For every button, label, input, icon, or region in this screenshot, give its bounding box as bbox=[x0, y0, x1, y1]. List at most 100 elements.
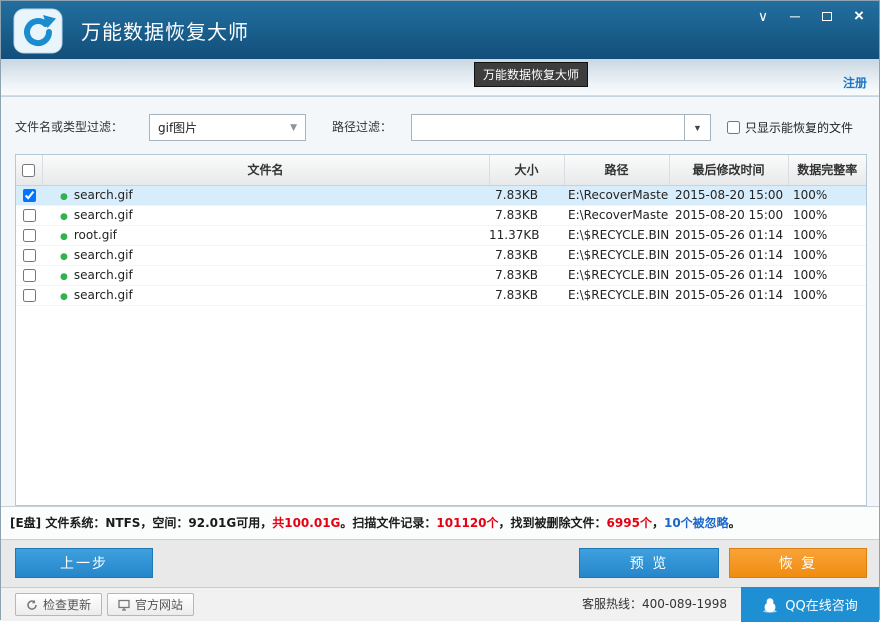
row-checkbox[interactable] bbox=[23, 209, 36, 222]
file-name: search.gif bbox=[74, 248, 133, 262]
app-window: 万能数据恢复大师 ∨ ─ × 注册 万能数据恢复大师 文件名或类型过滤： gif… bbox=[0, 0, 880, 620]
refresh-icon bbox=[26, 599, 38, 611]
status-total-space: 共100.01G bbox=[272, 516, 340, 530]
select-all-checkbox[interactable] bbox=[22, 164, 35, 177]
tooltip: 万能数据恢复大师 bbox=[474, 62, 588, 87]
filter-path-label: 路径过滤： bbox=[332, 114, 392, 141]
monitor-icon bbox=[118, 599, 130, 611]
file-path: E:\RecoverMaste.. bbox=[564, 205, 669, 225]
table-row[interactable]: ●search.gif 7.83KB E:\RecoverMaste.. 201… bbox=[16, 185, 866, 205]
recover-button[interactable]: 恢 复 bbox=[729, 548, 867, 578]
file-name: search.gif bbox=[74, 188, 133, 202]
file-name: search.gif bbox=[74, 208, 133, 222]
file-integrity: 100% bbox=[788, 205, 866, 225]
status-scanned-count: 101120个 bbox=[436, 516, 498, 530]
table-row[interactable]: ●search.gif 7.83KB E:\$RECYCLE.BIN.. 201… bbox=[16, 245, 866, 265]
check-update-label: 检查更新 bbox=[43, 596, 91, 613]
filter-type-label: 文件名或类型过滤： bbox=[15, 114, 123, 141]
page-title: 万能数据恢复大师 bbox=[81, 5, 249, 59]
column-header-modified[interactable]: 最后修改时间 bbox=[669, 155, 788, 185]
file-path: E:\$RECYCLE.BIN.. bbox=[564, 245, 669, 265]
status-segment: [E盘] 文件系统：NTFS，空间：92.01G可用， bbox=[10, 516, 272, 530]
minimize-icon[interactable]: ─ bbox=[783, 6, 807, 26]
column-header-filename[interactable]: 文件名 bbox=[42, 155, 489, 185]
file-modified: 2015-05-26 01:14 bbox=[669, 285, 788, 305]
title-bar: 万能数据恢复大师 ∨ ─ × bbox=[1, 1, 879, 59]
qq-penguin-icon bbox=[762, 597, 778, 613]
file-size: 11.37KB bbox=[489, 225, 564, 245]
file-status-dot-icon: ● bbox=[60, 292, 68, 302]
file-size: 7.83KB bbox=[489, 185, 564, 205]
only-recoverable-filter[interactable]: 只显示能恢复的文件 bbox=[727, 114, 853, 141]
file-name: root.gif bbox=[74, 228, 117, 242]
file-integrity: 100% bbox=[788, 185, 866, 205]
file-size: 7.83KB bbox=[489, 265, 564, 285]
service-hotline: 客服热线：400-089-1998 bbox=[582, 588, 727, 621]
file-table: 文件名 大小 路径 最后修改时间 数据完整率 ●search.gif 7.83K… bbox=[15, 154, 867, 506]
file-name: search.gif bbox=[74, 268, 133, 282]
file-integrity: 100% bbox=[788, 285, 866, 305]
file-size: 7.83KB bbox=[489, 285, 564, 305]
only-recoverable-checkbox[interactable] bbox=[727, 121, 740, 134]
path-dropdown-button[interactable]: ▼ bbox=[684, 115, 710, 140]
previous-step-button[interactable]: 上一步 bbox=[15, 548, 153, 578]
row-checkbox[interactable] bbox=[23, 269, 36, 282]
official-website-label: 官方网站 bbox=[135, 596, 183, 613]
file-modified: 2015-08-20 15:00 bbox=[669, 185, 788, 205]
chevron-down-icon: ▼ bbox=[693, 123, 702, 133]
check-update-button[interactable]: 检查更新 bbox=[15, 593, 102, 616]
action-bar: 上一步 预 览 恢 复 bbox=[1, 540, 879, 587]
file-type-dropdown[interactable]: gif图片 ▼ bbox=[149, 114, 306, 141]
path-filter-combo: ▼ bbox=[411, 114, 711, 141]
row-checkbox[interactable] bbox=[23, 229, 36, 242]
file-modified: 2015-05-26 01:14 bbox=[669, 225, 788, 245]
table-row[interactable]: ● search.gif 7.83KB E:\$RECYCLE.BIN.. 201… bbox=[16, 265, 866, 285]
qq-online-support-label: QQ在线咨询 bbox=[785, 595, 857, 614]
official-website-button[interactable]: 官方网站 bbox=[107, 593, 194, 616]
file-path: E:\$RECYCLE.BIN.. bbox=[564, 265, 669, 285]
file-path: E:\RecoverMaste.. bbox=[564, 185, 669, 205]
main-content: 文件名或类型过滤： gif图片 ▼ 路径过滤： ▼ 只显示能恢复的文件 bbox=[1, 96, 879, 506]
file-status-dot-icon: ● bbox=[60, 272, 68, 282]
chevron-down-icon: ▼ bbox=[290, 123, 297, 133]
status-bar: [E盘] 文件系统：NTFS，空间：92.01G可用，共100.01G。扫描文件… bbox=[1, 506, 879, 540]
only-recoverable-label: 只显示能恢复的文件 bbox=[745, 119, 853, 136]
file-integrity: 100% bbox=[788, 225, 866, 245]
app-logo-icon bbox=[13, 8, 63, 54]
status-segment: 。扫描文件记录： bbox=[340, 516, 436, 530]
column-header-path[interactable]: 路径 bbox=[564, 155, 669, 185]
table-row[interactable]: ●search.gif 7.83KB E:\RecoverMaste.. 201… bbox=[16, 205, 866, 225]
register-link[interactable]: 注册 bbox=[843, 74, 867, 91]
file-modified: 2015-05-26 01:14 bbox=[669, 265, 788, 285]
qq-online-support-button[interactable]: QQ在线咨询 bbox=[741, 587, 879, 622]
file-path: E:\$RECYCLE.BIN.. bbox=[564, 225, 669, 245]
status-segment: ，找到被删除文件： bbox=[499, 516, 607, 530]
path-filter-input[interactable] bbox=[412, 115, 684, 140]
preview-button[interactable]: 预 览 bbox=[579, 548, 719, 578]
status-segment: 。 bbox=[729, 516, 741, 530]
row-checkbox[interactable] bbox=[23, 289, 36, 302]
close-icon[interactable]: × bbox=[847, 6, 871, 26]
table-row[interactable]: ● search.gif 7.83KB E:\$RECYCLE.BIN.. 201… bbox=[16, 285, 866, 305]
file-size: 7.83KB bbox=[489, 245, 564, 265]
table-header-row: 文件名 大小 路径 最后修改时间 数据完整率 bbox=[16, 155, 866, 185]
maximize-icon[interactable] bbox=[815, 6, 839, 26]
file-modified: 2015-05-26 01:14 bbox=[669, 245, 788, 265]
file-name: search.gif bbox=[74, 288, 133, 302]
column-header-size[interactable]: 大小 bbox=[489, 155, 564, 185]
table-row[interactable]: ● root.gif 11.37KB E:\$RECYCLE.BIN.. 2015… bbox=[16, 225, 866, 245]
file-path: E:\$RECYCLE.BIN.. bbox=[564, 285, 669, 305]
maximize-box bbox=[822, 12, 832, 21]
status-segment: ， bbox=[652, 516, 664, 530]
chevron-down-icon[interactable]: ∨ bbox=[751, 6, 775, 26]
file-status-dot-icon: ● bbox=[60, 232, 68, 242]
file-integrity: 100% bbox=[788, 245, 866, 265]
window-controls: ∨ ─ × bbox=[751, 6, 871, 26]
file-size: 7.83KB bbox=[489, 205, 564, 225]
sub-header: 注册 bbox=[1, 59, 879, 96]
column-header-integrity[interactable]: 数据完整率 bbox=[788, 155, 866, 185]
file-modified: 2015-08-20 15:00 bbox=[669, 205, 788, 225]
status-ignored-count: 10个被忽略 bbox=[664, 516, 729, 530]
row-checkbox[interactable] bbox=[23, 189, 36, 202]
row-checkbox[interactable] bbox=[23, 249, 36, 262]
